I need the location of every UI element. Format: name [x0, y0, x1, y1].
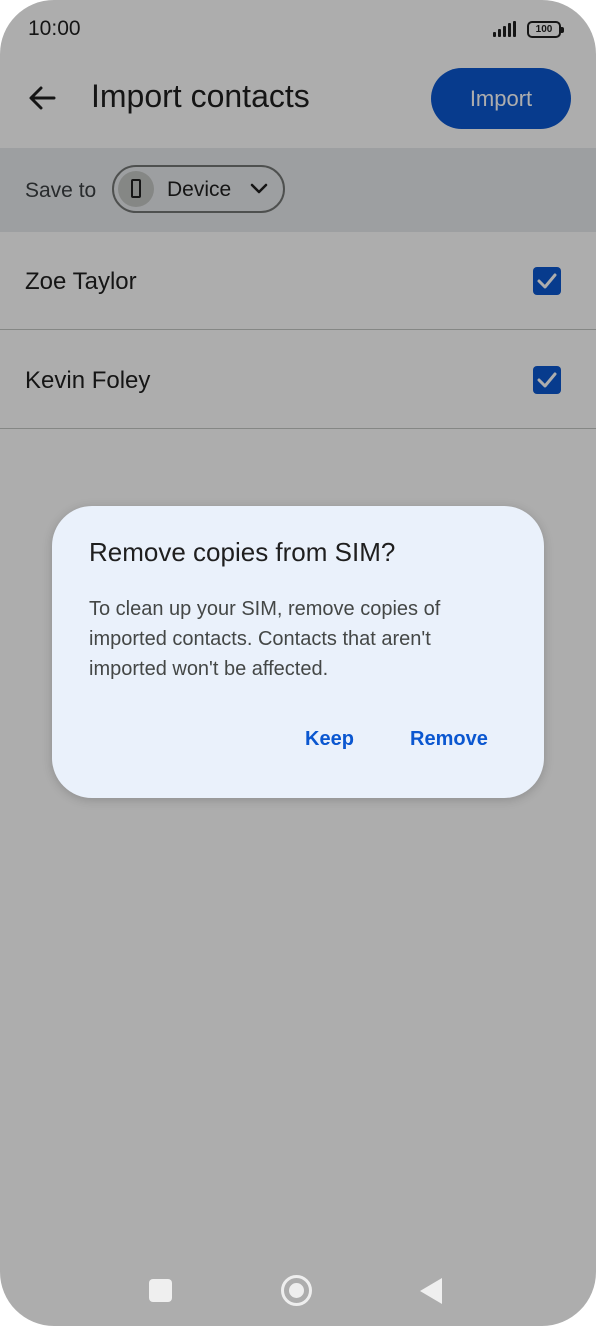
dialog-body: To clean up your SIM, remove copies of i… [89, 598, 441, 680]
dialog-title: Remove copies from SIM? [89, 537, 396, 567]
home-icon[interactable] [281, 1275, 312, 1306]
back-icon[interactable] [420, 1278, 442, 1304]
phone-screen: 10:00 100 Import contacts Import Save to… [0, 0, 596, 1326]
recents-icon[interactable] [149, 1279, 172, 1302]
remove-copies-dialog: Remove copies from SIM? To clean up your… [52, 506, 544, 798]
keep-button[interactable]: Keep [305, 728, 354, 751]
navigation-bar [0, 1250, 596, 1326]
remove-button[interactable]: Remove [410, 728, 488, 751]
